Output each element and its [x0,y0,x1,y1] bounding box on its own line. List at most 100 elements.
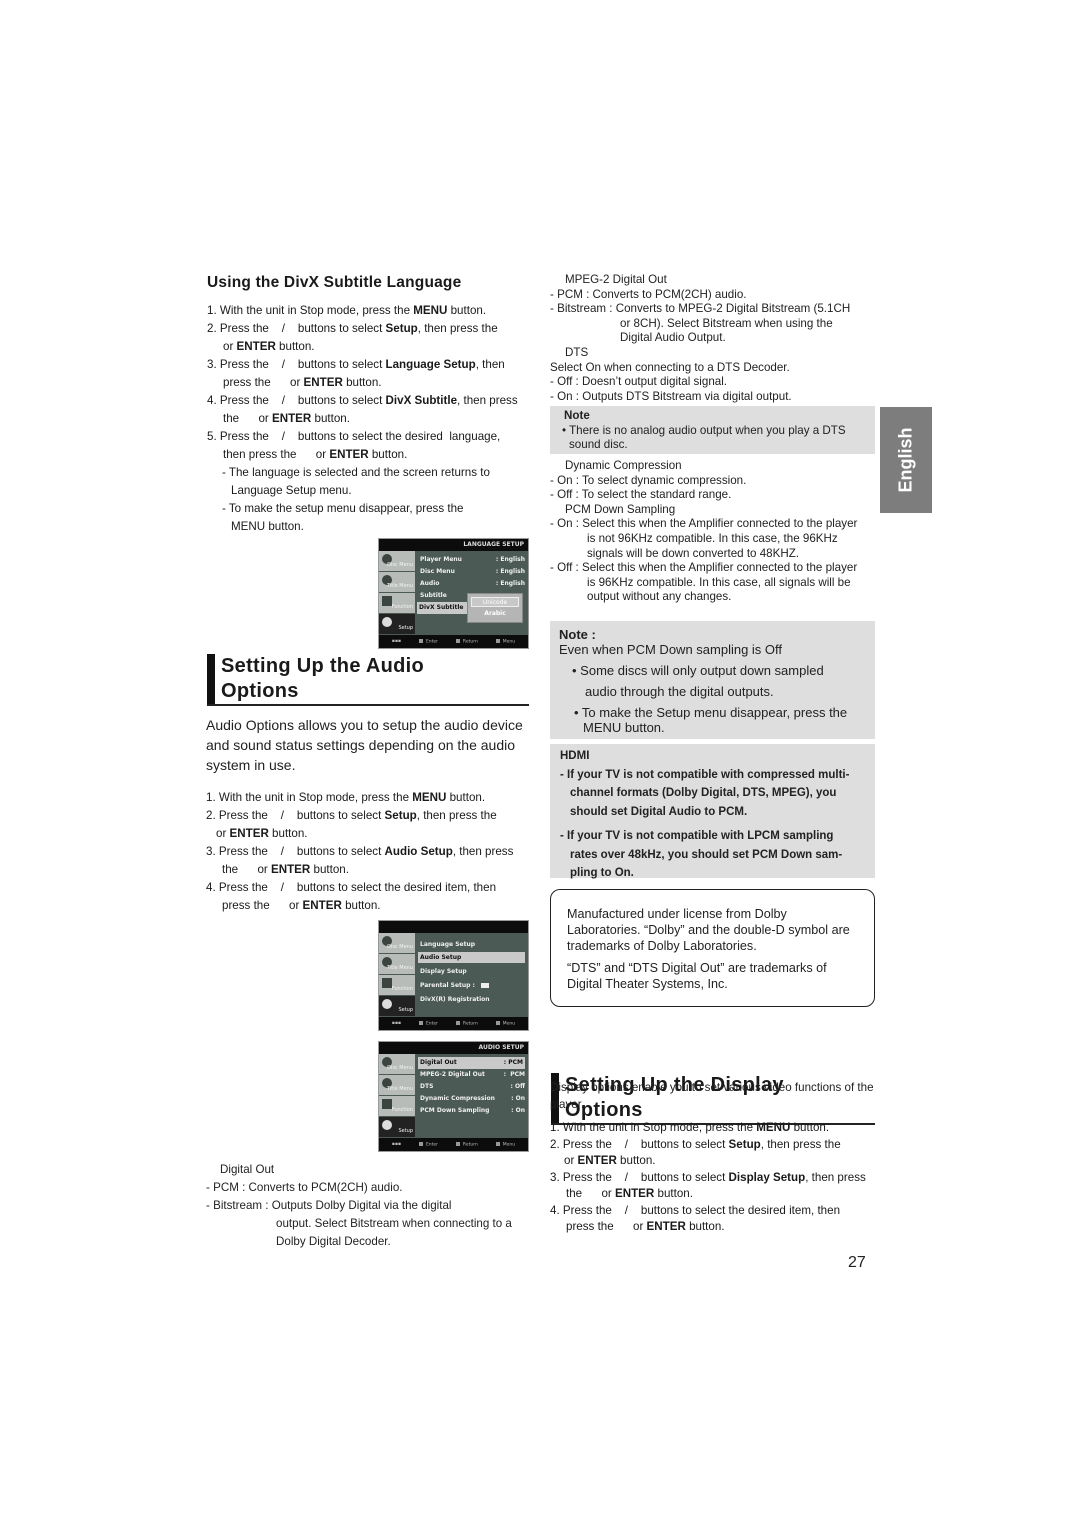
mpeg2-dts-desc: MPEG-2 Digital Out - PCM : Converts to P… [550,273,880,404]
osd-row: DTS: Off [420,1083,525,1090]
page-number: 27 [848,1254,866,1271]
osd-setup-menu: Disc Menu Title Menu Function Setup Lang… [378,920,529,1031]
hdmi-label: HDMI [560,750,590,762]
pcm-note-box: Note : Even when PCM Down sampling is Of… [550,621,875,739]
step-continuation: then press the or ENTER button. [223,448,408,461]
audio-steps: 1. With the unit in Stop mode, press the… [206,789,536,915]
step-continuation: press the or ENTER button. [566,1220,725,1233]
osd-tab-title-menu: Title Menu [379,954,415,975]
dts-title: DTS [565,345,589,359]
osd-tab-disc-menu: Disc Menu [379,1054,415,1075]
step-item: 3. Press the / buttons to select Languag… [207,358,505,371]
step-item: 4. Press the / buttons to select DivX Su… [207,394,518,407]
step-continuation: or ENTER button. [564,1154,656,1167]
compression-pcm-desc: Dynamic Compression - On : To select dyn… [550,459,880,605]
osd-row: Player Menu: English [420,556,525,563]
osd-row-selected: Audio Setup [418,952,525,963]
osd-title [379,921,528,933]
note-label: Note : [559,627,596,642]
popup-option: Arabic [484,610,506,617]
step-item: 4. Press the / buttons to select the des… [206,881,497,894]
osd-tab-disc-menu: Disc Menu [379,933,415,954]
function-icon [382,1099,392,1109]
display-steps: 1. With the unit in Stop mode, press the… [550,1120,880,1236]
divx-subtitle-section: Using the DivX Subtitle Language 1. With… [207,274,537,536]
osd-tab-disc-menu: Disc Menu [379,551,415,572]
osd-row: Dynamic Compression: On [420,1095,525,1102]
license-box: Manufactured under license from Dolby La… [550,889,875,1007]
function-icon [382,596,392,606]
mpeg2-title: MPEG-2 Digital Out [565,273,667,286]
hdmi-note-box: HDMI - If your TV is not compatible with… [550,744,875,879]
step-continuation: the or ENTER button. [566,1187,693,1200]
step-item: 4. Press the / buttons to select the des… [550,1203,841,1217]
digital-out-desc: Digital Out - PCM : Converts to PCM(2CH)… [206,1161,536,1251]
step-item: 1. With the unit in Stop mode, press the… [207,304,487,317]
osd-footer: ▪▪▪ Enter Return Menu [379,1138,528,1151]
osd-row-selected: DivX Subtitle [417,602,469,614]
step-continuation: the or ENTER button. [222,863,349,876]
language-tab: English [880,407,932,513]
osd-row: Language Setup [420,941,476,948]
osd-tab-function: Function [379,593,415,614]
step-item: 1. With the unit in Stop mode, press the… [206,791,486,804]
divx-steps: 1. With the unit in Stop mode, press the… [207,302,537,536]
popup-option-selected: Unicode [471,597,519,607]
osd-row: DivX(R) Registration [420,996,490,1003]
step-item: 1. With the unit in Stop mode, press the… [550,1121,830,1134]
note-label: Note [564,409,590,422]
dts-note-box: Note • There is no analog audio output w… [550,406,875,454]
osd-tab-function: Function [379,975,415,996]
sub-note: - The language is selected and the scree… [222,466,490,497]
osd-tab-title-menu: Title Menu [379,1075,415,1096]
step-continuation: the or ENTER button. [223,412,350,425]
step-continuation: or ENTER button. [216,827,308,840]
step-item: 2. Press the / buttons to select Setup, … [550,1137,841,1151]
pcm-down-title: PCM Down Sampling [565,502,676,516]
osd-row: Parental Setup : [420,978,525,993]
osd-language-setup: LANGUAGE SETUP Disc Menu Title Menu Func… [378,538,529,649]
dynamic-compression-title: Dynamic Compression [565,459,682,472]
gear-icon [382,617,392,627]
step-item: 3. Press the / buttons to select Audio S… [206,845,514,858]
language-tab-label: English [895,427,916,493]
step-item: 5. Press the / buttons to select the des… [207,430,501,443]
dolby-license-text: Manufactured under license from Dolby La… [567,907,850,953]
osd-tab-title-menu: Title Menu [379,572,415,593]
dpad-icon: ▪▪▪ [391,1142,402,1147]
osd-tab-setup: Setup [379,614,415,635]
step-continuation: press the or ENTER button. [222,899,381,912]
sub-note: - To make the setup menu disappear, pres… [222,502,464,533]
osd-audio-setup: AUDIO SETUP Disc Menu Title Menu Functio… [378,1041,529,1152]
gear-icon [382,1120,392,1130]
osd-popup: Unicode Arabic [467,593,523,623]
dpad-icon: ▪▪▪ [391,1021,402,1026]
osd-row: PCM Down Sampling: On [420,1107,525,1114]
osd-tab-setup: Setup [379,996,415,1017]
audio-intro: Audio Options allows you to setup the au… [206,717,523,773]
dts-license-text: “DTS” and “DTS Digital Out” are trademar… [567,961,827,991]
lock-icon [480,983,489,988]
osd-row-selected: Digital Out: PCM [418,1057,525,1069]
step-continuation: press the or ENTER button. [223,376,382,389]
osd-row: Disc Menu: English [420,568,525,575]
osd-footer: ▪▪▪ Enter Return Menu [379,1017,528,1030]
dpad-icon: ▪▪▪ [391,639,402,644]
osd-row: Display Setup [420,968,467,975]
audio-section-heading: Setting Up the Audio Options [207,654,529,706]
digital-out-title: Digital Out [220,1163,275,1176]
function-icon [382,978,392,988]
osd-tab-function: Function [379,1096,415,1117]
step-item: 2. Press the / buttons to select Setup, … [206,809,497,822]
osd-footer: ▪▪▪ Enter Return Menu [379,635,528,648]
osd-row: Audio: English [420,580,525,587]
osd-row: MPEG-2 Digital Out: PCM [420,1071,525,1078]
divx-subtitle-heading: Using the DivX Subtitle Language [207,274,462,291]
osd-title: AUDIO SETUP [379,1042,528,1054]
step-item: 2. Press the / buttons to select Setup, … [207,322,498,335]
gear-icon [382,999,392,1009]
display-intro: Display options enable you to set variou… [550,1081,874,1111]
osd-title: LANGUAGE SETUP [379,539,528,551]
osd-tab-setup: Setup [379,1117,415,1138]
step-item: 3. Press the / buttons to select Display… [550,1170,866,1184]
